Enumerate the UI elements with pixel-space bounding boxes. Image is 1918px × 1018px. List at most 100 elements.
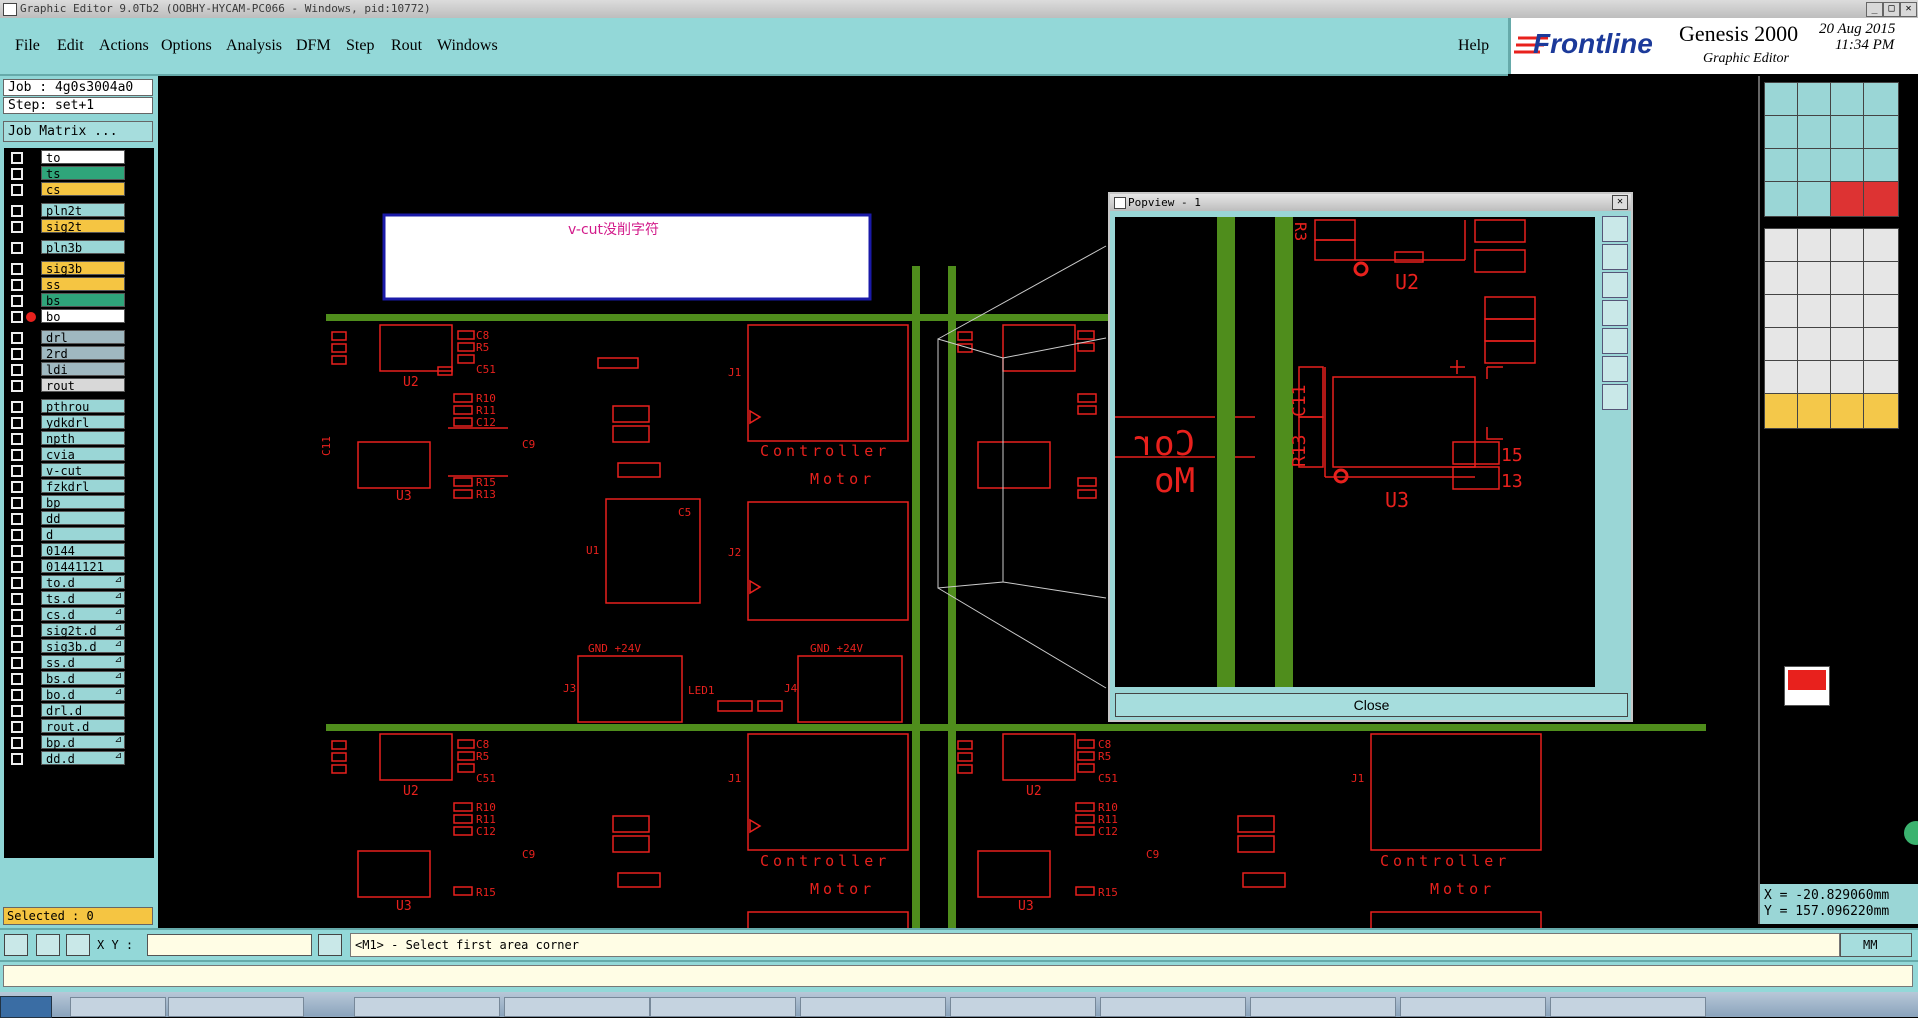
layer-row[interactable]: cvia	[4, 447, 154, 462]
layer-name[interactable]: bp	[41, 495, 125, 510]
layer-checkbox[interactable]	[11, 295, 23, 307]
layer-row[interactable]: bp.d ⊿	[4, 735, 154, 750]
layer-checkbox[interactable]	[11, 364, 23, 376]
taskbar-item[interactable]	[504, 997, 650, 1017]
layer-row[interactable]: ss.d ⊿	[4, 655, 154, 670]
snap-icon[interactable]	[1830, 181, 1866, 217]
layer-row[interactable]: v-cut	[4, 463, 154, 478]
graph-icon[interactable]	[1863, 181, 1899, 217]
popview-fit-button[interactable]	[1602, 300, 1628, 326]
layer-checkbox[interactable]	[11, 184, 23, 196]
minus-icon[interactable]	[1797, 327, 1833, 363]
layer-checkbox[interactable]	[11, 513, 23, 525]
draw-slash-icon[interactable]	[1797, 294, 1833, 330]
popview-canvas[interactable]: Cor Mo R3 U2 R13 C11 U3 15 13	[1115, 217, 1595, 687]
menu-file[interactable]: File	[15, 37, 40, 55]
layer-row[interactable]: d	[4, 527, 154, 542]
popview-title-bar[interactable]: Popview - 1 ✕	[1110, 194, 1631, 211]
triangle-icon[interactable]	[1764, 360, 1800, 396]
layer-row[interactable]: bo.d ⊿	[4, 687, 154, 702]
frame-icon[interactable]	[1830, 327, 1866, 363]
layer-name[interactable]: cvia	[41, 447, 125, 462]
layer-checkbox[interactable]	[11, 348, 23, 360]
select-path-icon[interactable]	[1863, 393, 1899, 429]
layer-checkbox[interactable]	[11, 380, 23, 392]
layer-row[interactable]: ts	[4, 166, 154, 181]
layer-row[interactable]: bs	[4, 293, 154, 308]
select-icon[interactable]	[1764, 393, 1800, 429]
layer-checkbox[interactable]	[11, 449, 23, 461]
select-box-icon[interactable]	[1830, 393, 1866, 429]
layout-icon[interactable]	[1863, 82, 1899, 118]
menu-step[interactable]: Step	[346, 37, 374, 55]
layer-name[interactable]: drl	[41, 330, 125, 345]
layer-checkbox[interactable]	[11, 433, 23, 445]
layer-row[interactable]: 2rd	[4, 346, 154, 361]
layer-checkbox[interactable]	[11, 205, 23, 217]
layer-name[interactable]: 2rd	[41, 346, 125, 361]
layer-row[interactable]: fzkdrl	[4, 479, 154, 494]
layer-row[interactable]: cs	[4, 182, 154, 197]
triangle-open-icon[interactable]	[1863, 360, 1899, 396]
taskbar-item[interactable]	[650, 997, 796, 1017]
layer-checkbox[interactable]	[11, 609, 23, 621]
close-window-button[interactable]: ✕	[1900, 2, 1917, 17]
job-matrix-button[interactable]: Job Matrix ...	[3, 121, 153, 142]
layer-name[interactable]: fzkdrl	[41, 479, 125, 494]
layer-row[interactable]: dd	[4, 511, 154, 526]
layer-row[interactable]: drl	[4, 330, 154, 345]
menu-windows[interactable]: Windows	[437, 37, 498, 55]
layer-name[interactable]: cs	[41, 182, 125, 197]
angle-mode-icon[interactable]	[36, 934, 60, 956]
layer-row[interactable]: sig3b.d ⊿	[4, 639, 154, 654]
layer-name[interactable]: 0144	[41, 543, 125, 558]
layer-name[interactable]: ts	[41, 166, 125, 181]
layer-name[interactable]: pthrou	[41, 399, 125, 414]
layer-name[interactable]: ydkdrl	[41, 415, 125, 430]
layer-name[interactable]: bs.d	[41, 671, 125, 686]
next-icon[interactable]	[1797, 115, 1833, 151]
redo-icon[interactable]	[1863, 115, 1899, 151]
layer-checkbox[interactable]	[11, 417, 23, 429]
layer-name[interactable]: sig3b	[41, 261, 125, 276]
taskbar-item[interactable]	[354, 997, 500, 1017]
layer-name[interactable]: rout	[41, 378, 125, 393]
menu-rout[interactable]: Rout	[391, 37, 422, 55]
layer-name[interactable]: sig2t	[41, 219, 125, 234]
home-icon[interactable]	[1830, 82, 1866, 118]
menu-actions[interactable]: Actions	[99, 37, 149, 55]
layer-name[interactable]: dd.d	[41, 751, 125, 766]
layer-name[interactable]: ss.d	[41, 655, 125, 670]
text-icon[interactable]	[1863, 294, 1899, 330]
layer-row[interactable]: to	[4, 150, 154, 165]
pad-icon[interactable]	[1764, 228, 1800, 264]
units-selector[interactable]: MM	[1840, 933, 1912, 957]
layer-row[interactable]: to.d ⊿	[4, 575, 154, 590]
triangle-outline-icon[interactable]	[1830, 360, 1866, 396]
layer-checkbox[interactable]	[11, 625, 23, 637]
layer-checkbox[interactable]	[11, 673, 23, 685]
layer-row[interactable]: ydkdrl	[4, 415, 154, 430]
layer-name[interactable]: rout.d	[41, 719, 125, 734]
node-icon[interactable]	[1764, 261, 1800, 297]
layer-name[interactable]: v-cut	[41, 463, 125, 478]
layer-row[interactable]: ss	[4, 277, 154, 292]
layer-checkbox[interactable]	[11, 279, 23, 291]
scale-icon[interactable]	[1830, 148, 1866, 184]
layer-row[interactable]: rout	[4, 378, 154, 393]
ruler-icon[interactable]	[1830, 228, 1866, 264]
menu-dfm[interactable]: DFM	[296, 37, 331, 55]
layer-name[interactable]: npth	[41, 431, 125, 446]
layer-checkbox[interactable]	[11, 311, 23, 323]
layer-name[interactable]: ts.d	[41, 591, 125, 606]
layer-checkbox[interactable]	[11, 497, 23, 509]
taskbar-item[interactable]	[950, 997, 1096, 1017]
layer-checkbox[interactable]	[11, 401, 23, 413]
layer-checkbox[interactable]	[11, 221, 23, 233]
move-icon[interactable]	[1764, 327, 1800, 363]
taskbar-item[interactable]	[1100, 997, 1246, 1017]
layer-name[interactable]: to	[41, 150, 125, 165]
save-icon[interactable]	[1797, 82, 1833, 118]
layer-checkbox[interactable]	[11, 641, 23, 653]
layer-name[interactable]: bo.d	[41, 687, 125, 702]
